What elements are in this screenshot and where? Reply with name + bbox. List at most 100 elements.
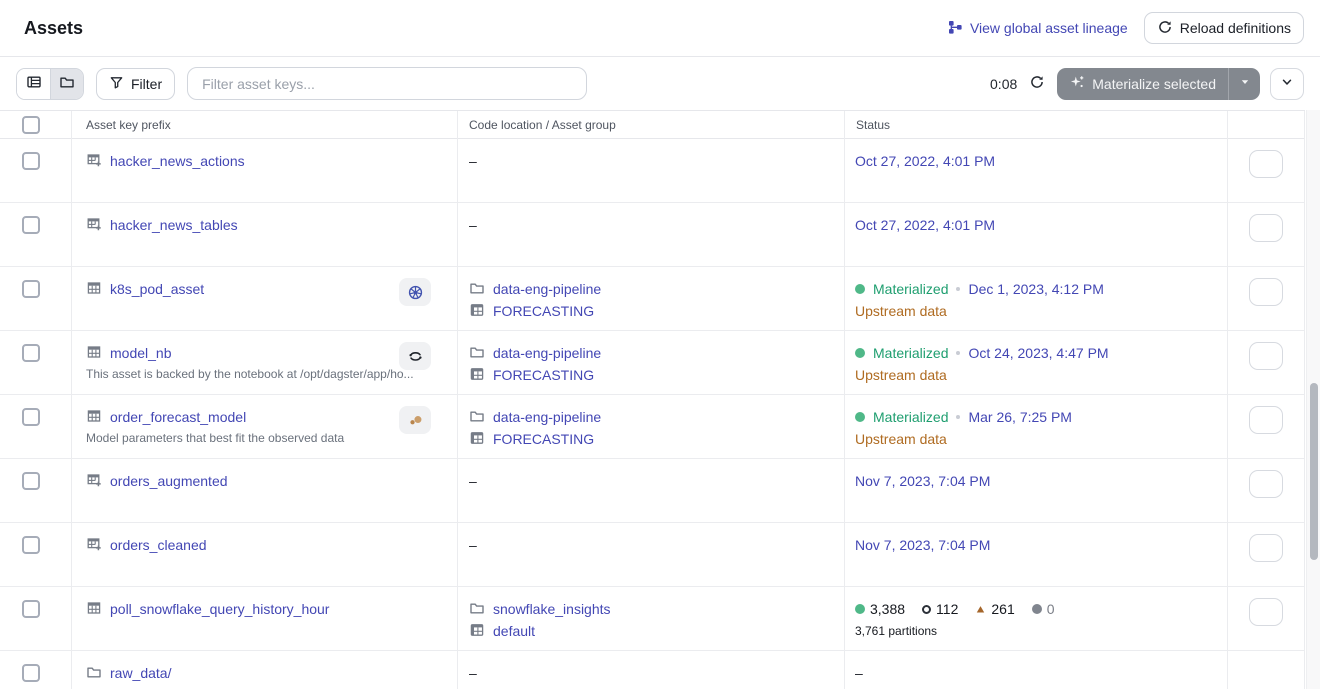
refresh-icon — [1029, 74, 1045, 93]
partition-count: 0 — [1047, 601, 1055, 617]
row-expand-button[interactable] — [1249, 598, 1283, 626]
asset-group-link[interactable]: FORECASTING — [493, 367, 594, 383]
empty-value: – — [855, 663, 863, 683]
flat-view-button[interactable] — [17, 69, 50, 99]
code-location-link[interactable]: data-eng-pipeline — [493, 345, 601, 361]
asset-key-link[interactable]: orders_augmented — [110, 473, 228, 489]
asset-description: This asset is backed by the notebook at … — [86, 367, 444, 381]
asset-key-link[interactable]: raw_data/ — [110, 665, 171, 681]
filter-button[interactable]: Filter — [96, 68, 175, 100]
asset-group-link[interactable]: default — [493, 623, 535, 639]
code-location-link[interactable]: data-eng-pipeline — [493, 409, 601, 425]
last-materialization-link[interactable]: Dec 1, 2023, 4:12 PM — [968, 281, 1103, 297]
asset-key-link[interactable]: k8s_pod_asset — [110, 281, 204, 297]
asset-key-link[interactable]: hacker_news_tables — [110, 217, 238, 233]
last-materialization-link[interactable]: Nov 7, 2023, 7:04 PM — [855, 473, 990, 489]
last-materialization-link[interactable]: Nov 7, 2023, 7:04 PM — [855, 537, 990, 553]
row-checkbox[interactable] — [22, 664, 40, 682]
asset-key-link[interactable]: poll_snowflake_query_history_hour — [110, 601, 329, 617]
table-icon — [86, 408, 102, 427]
folder-view-button[interactable] — [50, 69, 83, 99]
row-expand-button[interactable] — [1249, 278, 1283, 306]
select-all-checkbox[interactable] — [22, 116, 40, 134]
asset-group-link[interactable]: FORECASTING — [493, 431, 594, 447]
kubernetes-kind-icon — [399, 278, 431, 306]
upstream-data-label: Upstream data — [855, 431, 947, 447]
reload-definitions-button[interactable]: Reload definitions — [1144, 12, 1304, 44]
empty-value: – — [469, 663, 477, 683]
row-expand-button[interactable] — [1249, 470, 1283, 498]
assets-page: Assets View global asset lineage Reload … — [0, 0, 1320, 689]
empty-value: – — [469, 215, 477, 235]
table-plus-icon — [86, 216, 102, 235]
asset-key-link[interactable]: hacker_news_actions — [110, 153, 245, 169]
page-title: Assets — [24, 18, 83, 39]
folder-icon — [469, 344, 485, 363]
view-global-asset-lineage-link[interactable]: View global asset lineage — [947, 19, 1128, 38]
table-row: hacker_news_tables – Oct 27, 2022, 4:01 … — [0, 203, 1305, 267]
refresh-icon — [1157, 19, 1173, 38]
row-checkbox[interactable] — [22, 152, 40, 170]
dots-kind-icon — [399, 406, 431, 434]
funnel-icon — [109, 75, 124, 93]
column-asset-key: Asset key prefix — [72, 118, 171, 132]
vertical-scrollbar[interactable] — [1306, 110, 1320, 689]
row-expand-button[interactable] — [1249, 214, 1283, 242]
row-checkbox[interactable] — [22, 280, 40, 298]
empty-value: – — [469, 151, 477, 171]
code-location-link[interactable]: snowflake_insights — [493, 601, 611, 617]
table-plus-icon — [86, 152, 102, 171]
table-row: orders_augmented – Nov 7, 2023, 7:04 PM — [0, 459, 1305, 523]
materialized-label: Materialized — [873, 345, 948, 361]
row-expand-button[interactable] — [1249, 534, 1283, 562]
scrollbar-thumb[interactable] — [1310, 383, 1318, 560]
materialized-dot-icon — [855, 284, 865, 294]
table-row: hacker_news_actions – Oct 27, 2022, 4:01… — [0, 139, 1305, 203]
view-toggle — [16, 68, 84, 100]
row-expand-button[interactable] — [1249, 406, 1283, 434]
separator-dot — [956, 351, 960, 355]
asset-key-link[interactable]: order_forecast_model — [110, 409, 246, 425]
toolbar-overflow-button[interactable] — [1270, 68, 1304, 100]
separator-dot — [956, 287, 960, 291]
table-icon — [86, 600, 102, 619]
search-input[interactable] — [187, 67, 587, 100]
last-materialization-link[interactable]: Mar 26, 7:25 PM — [968, 409, 1072, 425]
folder-icon — [469, 408, 485, 427]
materialize-options-button[interactable] — [1228, 68, 1260, 100]
row-checkbox[interactable] — [22, 344, 40, 362]
row-checkbox[interactable] — [22, 408, 40, 426]
asset-group-link[interactable]: FORECASTING — [493, 303, 594, 319]
folder-view-icon — [59, 74, 75, 93]
row-checkbox[interactable] — [22, 536, 40, 554]
last-materialization-link[interactable]: Oct 27, 2022, 4:01 PM — [855, 153, 995, 169]
upstream-data-label: Upstream data — [855, 303, 947, 319]
materialized-partitions-icon — [855, 604, 865, 614]
materialized-dot-icon — [855, 348, 865, 358]
row-expand-button[interactable] — [1249, 150, 1283, 178]
row-checkbox[interactable] — [22, 216, 40, 234]
materialize-selected-button[interactable]: Materialize selected — [1057, 68, 1228, 100]
materialized-label: Materialized — [873, 409, 948, 425]
noteable-kind-icon — [399, 342, 431, 370]
list-view-icon — [26, 74, 42, 93]
partition-count: 261 — [991, 601, 1014, 617]
last-materialization-link[interactable]: Oct 24, 2023, 4:47 PM — [968, 345, 1108, 361]
asset-key-link[interactable]: orders_cleaned — [110, 537, 207, 553]
separator-dot — [956, 415, 960, 419]
refresh-now-button[interactable] — [1027, 72, 1047, 95]
asset-description: Model parameters that best fit the obser… — [86, 431, 444, 445]
asset-group-icon — [469, 366, 485, 385]
last-materialization-link[interactable]: Oct 27, 2022, 4:01 PM — [855, 217, 995, 233]
row-expand-button[interactable] — [1249, 342, 1283, 370]
row-checkbox[interactable] — [22, 600, 40, 618]
row-checkbox[interactable] — [22, 472, 40, 490]
empty-value: – — [469, 535, 477, 555]
materialize-split-button: Materialize selected — [1057, 68, 1260, 100]
code-location-link[interactable]: data-eng-pipeline — [493, 281, 601, 297]
asset-group-icon — [469, 622, 485, 641]
materialized-dot-icon — [855, 412, 865, 422]
asset-key-link[interactable]: model_nb — [110, 345, 172, 361]
table-plus-icon — [86, 536, 102, 555]
table-plus-icon — [86, 472, 102, 491]
